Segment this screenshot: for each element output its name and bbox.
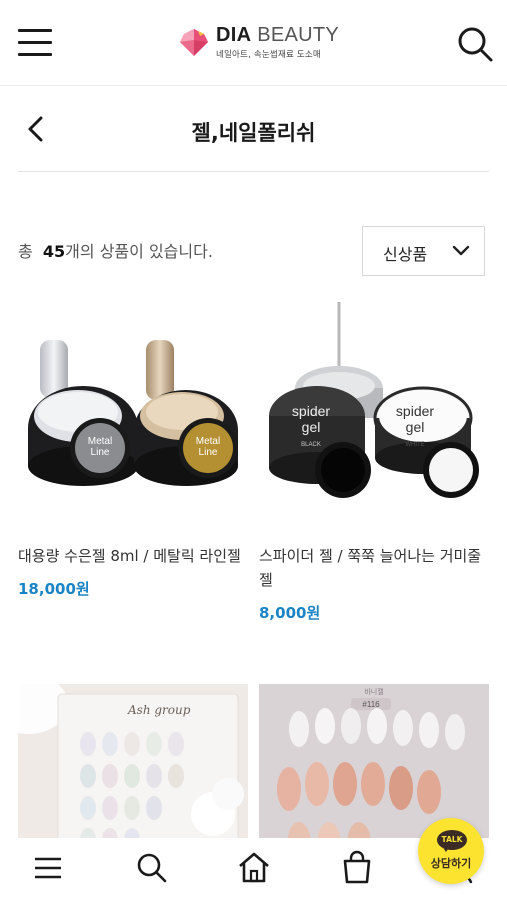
jar-label: spider xyxy=(292,403,330,419)
home-icon[interactable] xyxy=(234,848,274,888)
product-count: 총 45개의 상품이 있습니다. xyxy=(18,238,213,262)
menu-icon[interactable] xyxy=(16,24,54,60)
count-suffix: 개의 상품이 있습니다. xyxy=(65,242,213,261)
logo-name-bold: DIA xyxy=(216,23,252,46)
product-card[interactable]: Metal Line Metal Line 대용량 수은젤 8ml / 메탈릭 … xyxy=(18,298,248,599)
chat-label: 상담하기 xyxy=(430,857,472,870)
product-price: 18,000원 xyxy=(18,580,90,598)
logo-name-thin: BEAUTY xyxy=(257,23,340,46)
sort-selected-value: 신상품 xyxy=(383,245,428,264)
jar-label: BLACK xyxy=(301,442,321,448)
jar-label: gel xyxy=(302,419,321,435)
jar-label: Line xyxy=(199,447,218,458)
jar-label: Line xyxy=(91,447,110,458)
logo-tagline: 네일아트, 속눈썹재료 도소매 xyxy=(216,49,321,60)
shopping-bag-icon[interactable] xyxy=(337,848,377,888)
count-value: 45 xyxy=(42,242,66,261)
search-icon[interactable] xyxy=(132,848,172,888)
jar-label: gel xyxy=(406,419,425,435)
jar-label: Metal xyxy=(196,436,220,447)
product-image[interactable]: spider gel BLACK spider gel WHITE xyxy=(259,298,489,528)
product-image[interactable]: Metal Line Metal Line xyxy=(18,298,248,528)
page-title: 젤,네일폴리쉬 xyxy=(191,121,316,145)
jar-label: spider xyxy=(396,403,434,419)
kakao-talk-icon-tail xyxy=(442,846,450,852)
product-card[interactable]: spider gel BLACK spider gel WHITE 스파이더 젤… xyxy=(259,298,489,623)
title-bar: 젤,네일폴리쉬 xyxy=(18,88,489,172)
diamond-logo-icon xyxy=(180,29,208,56)
count-prefix: 총 xyxy=(18,242,33,261)
jar-label: Metal xyxy=(88,436,112,447)
card-text: #116 xyxy=(362,700,380,709)
chevron-down-icon xyxy=(452,245,470,256)
jar-label: WHITE xyxy=(405,442,424,448)
kakao-talk-button[interactable]: TALK 상담하기 xyxy=(418,818,484,884)
top-bar: DIA BEAUTY 네일아트, 속눈썹재료 도소매 xyxy=(0,0,507,86)
sort-select[interactable]: 신상품 xyxy=(362,226,485,276)
product-name[interactable]: 스파이더 젤 / 쭉쭉 늘어나는 거미줄젤 xyxy=(259,544,489,592)
svg-text:바니젤: 바니젤 xyxy=(364,687,383,696)
menu-icon[interactable] xyxy=(28,848,68,888)
product-name[interactable]: 대용량 수은젤 8ml / 메탈릭 라인젤 xyxy=(18,544,248,568)
logo[interactable]: DIA BEAUTY 네일아트, 속눈썹재료 도소매 xyxy=(178,22,339,62)
card-text: Ash group xyxy=(127,703,191,717)
product-price: 8,000원 xyxy=(259,604,321,622)
search-icon[interactable] xyxy=(456,25,494,63)
